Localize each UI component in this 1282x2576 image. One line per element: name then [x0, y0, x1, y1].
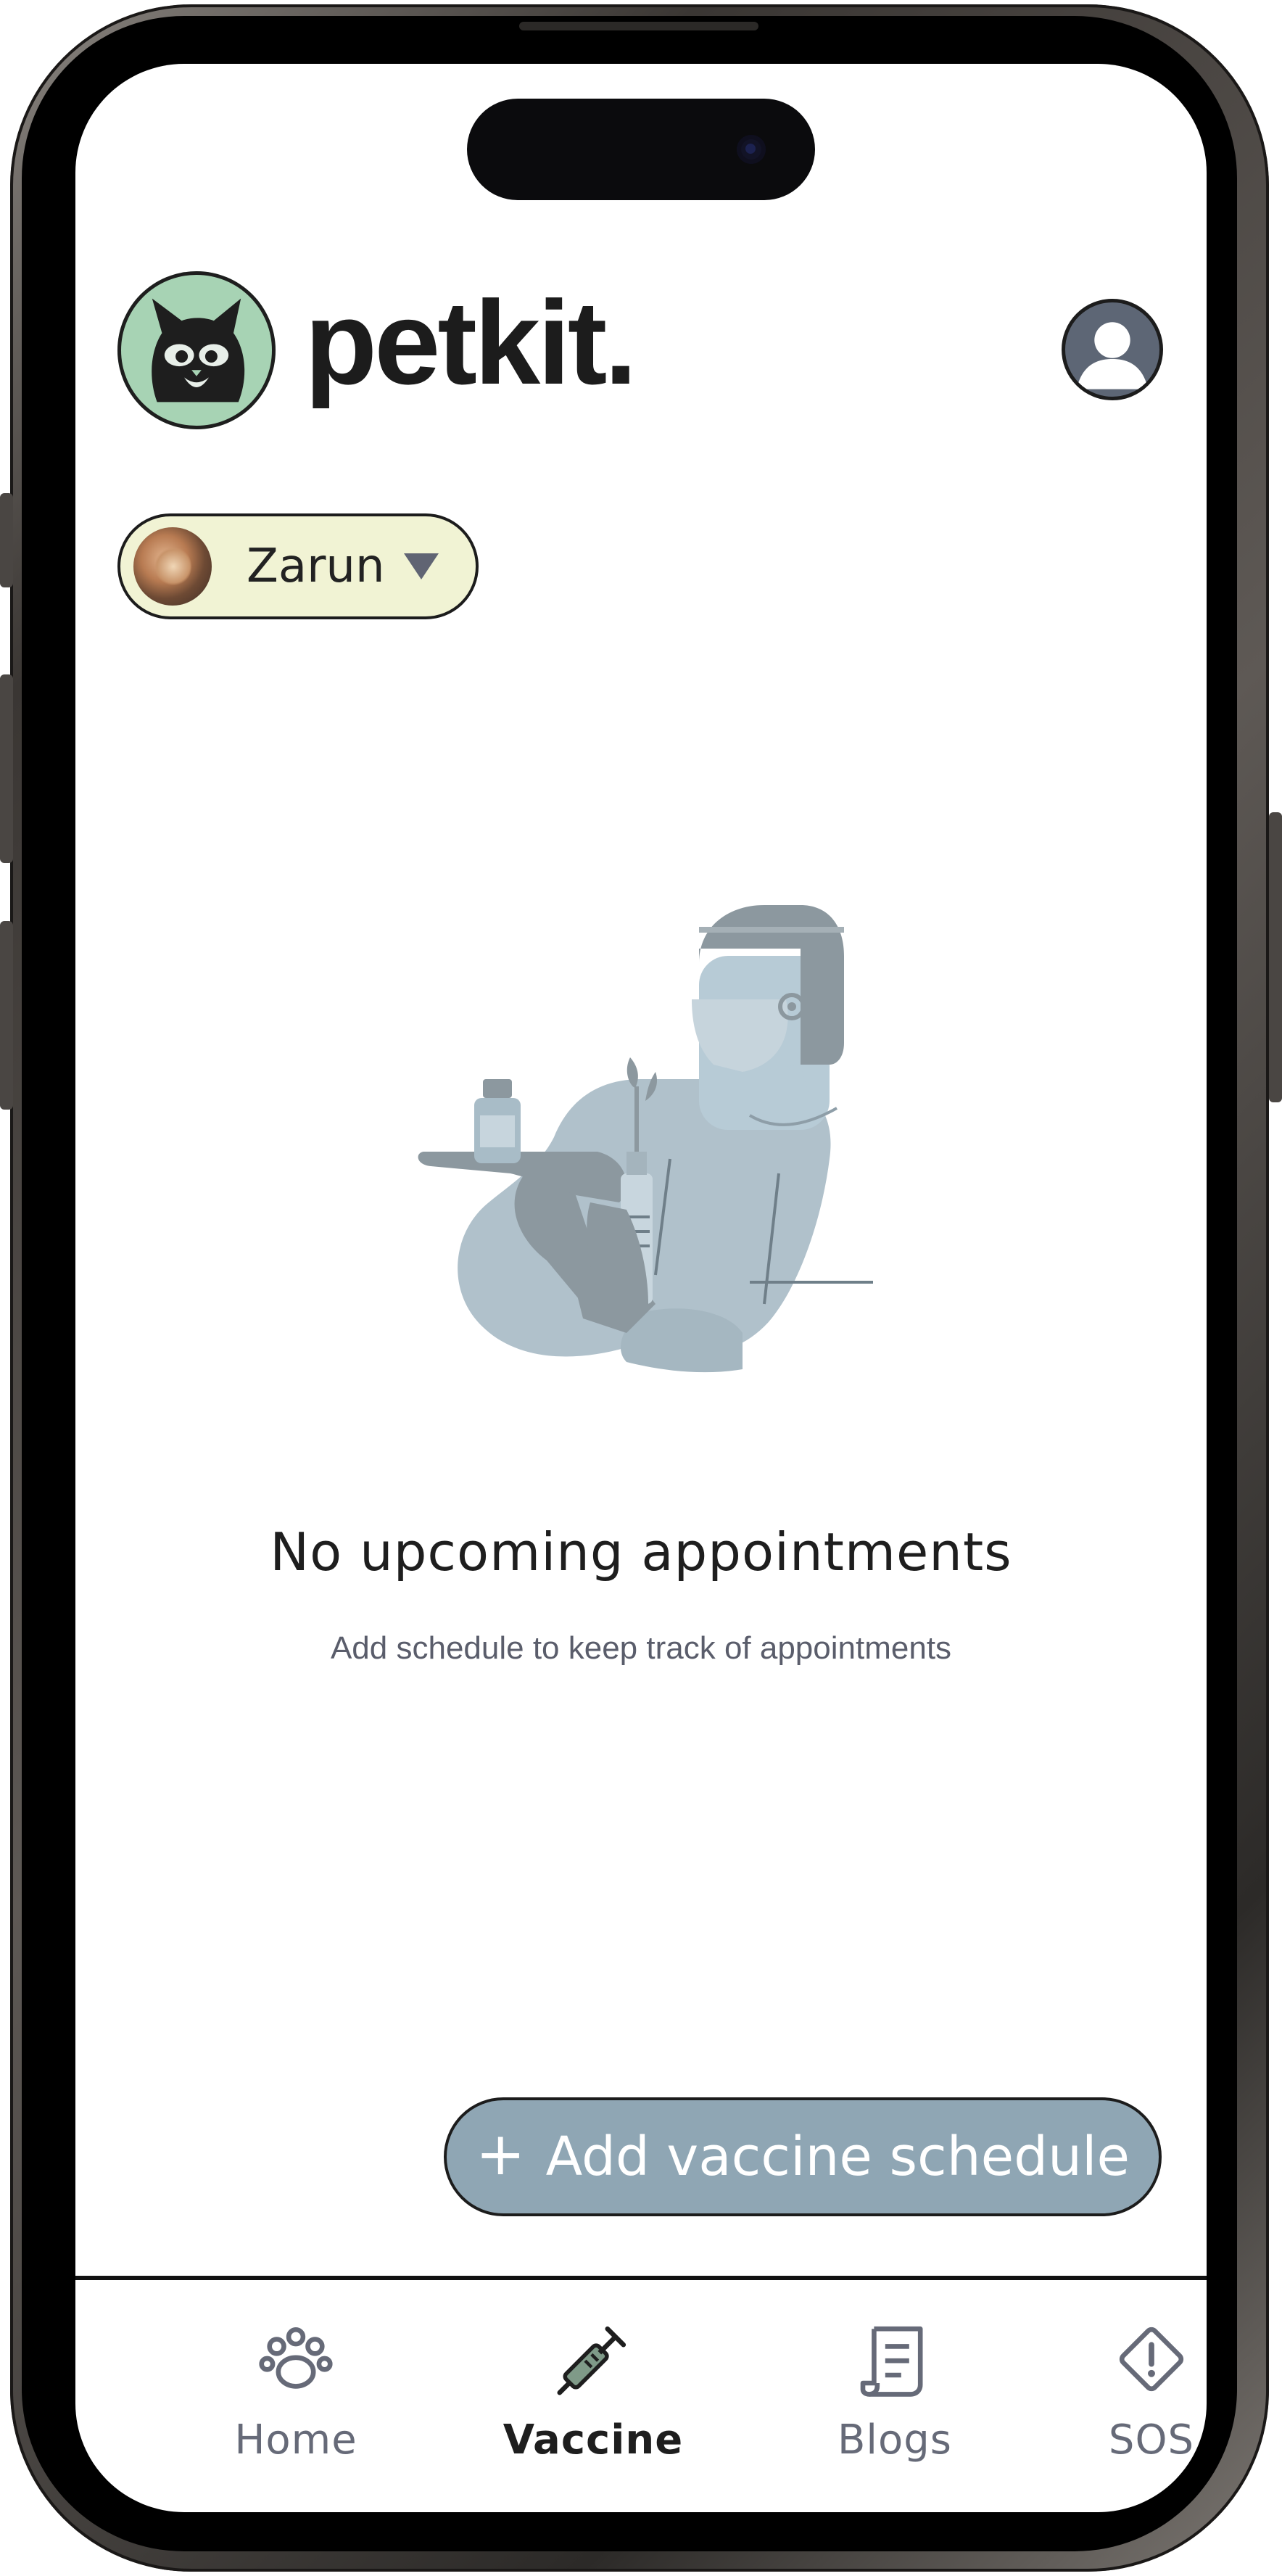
front-camera — [737, 135, 766, 164]
nav-item-sos[interactable]: SOS — [1043, 2319, 1207, 2464]
bottom-nav: Home Vaccine Blogs SOS — [75, 2280, 1207, 2512]
user-avatar-icon[interactable] — [1062, 299, 1163, 400]
nav-label-vaccine: Vaccine — [503, 2416, 684, 2464]
pet-name: Zarun — [247, 540, 385, 593]
pet-selector[interactable]: Zarun — [117, 513, 479, 619]
empty-state-title: No upcoming appointments — [270, 1522, 1012, 1582]
plus-icon: + — [475, 2120, 526, 2189]
warning-icon — [1119, 2327, 1184, 2392]
nav-label-home: Home — [234, 2416, 357, 2464]
speaker-grille — [519, 22, 758, 30]
document-icon — [860, 2326, 923, 2397]
cat-logo-icon — [117, 271, 276, 429]
nav-label-blogs: Blogs — [838, 2416, 952, 2464]
syringe-icon — [557, 2326, 626, 2395]
dynamic-island — [467, 99, 815, 200]
volume-up-button — [0, 674, 13, 863]
add-vaccine-schedule-label: Add vaccine schedule — [545, 2126, 1130, 2188]
volume-down-button — [0, 921, 13, 1110]
nav-item-home[interactable]: Home — [187, 2319, 405, 2464]
brand: petkit. — [117, 271, 637, 429]
brand-name: petkit. — [305, 276, 637, 409]
app-screen: petkit. Zarun No upcoming appointments A… — [75, 64, 1207, 2512]
nav-label-sos: SOS — [1108, 2416, 1195, 2464]
power-button — [1269, 812, 1282, 1102]
add-vaccine-schedule-button[interactable]: + Add vaccine schedule — [444, 2097, 1162, 2216]
caret-down-icon — [403, 553, 439, 579]
empty-state-subtitle: Add schedule to keep track of appointmen… — [330, 1630, 952, 1666]
vet-with-vaccine-illustration — [336, 898, 1025, 1514]
pet-photo — [133, 527, 212, 606]
paw-icon — [259, 2327, 333, 2389]
nav-item-vaccine[interactable]: Vaccine — [484, 2319, 702, 2464]
silent-switch — [0, 493, 13, 587]
nav-item-blogs[interactable]: Blogs — [786, 2319, 1004, 2464]
